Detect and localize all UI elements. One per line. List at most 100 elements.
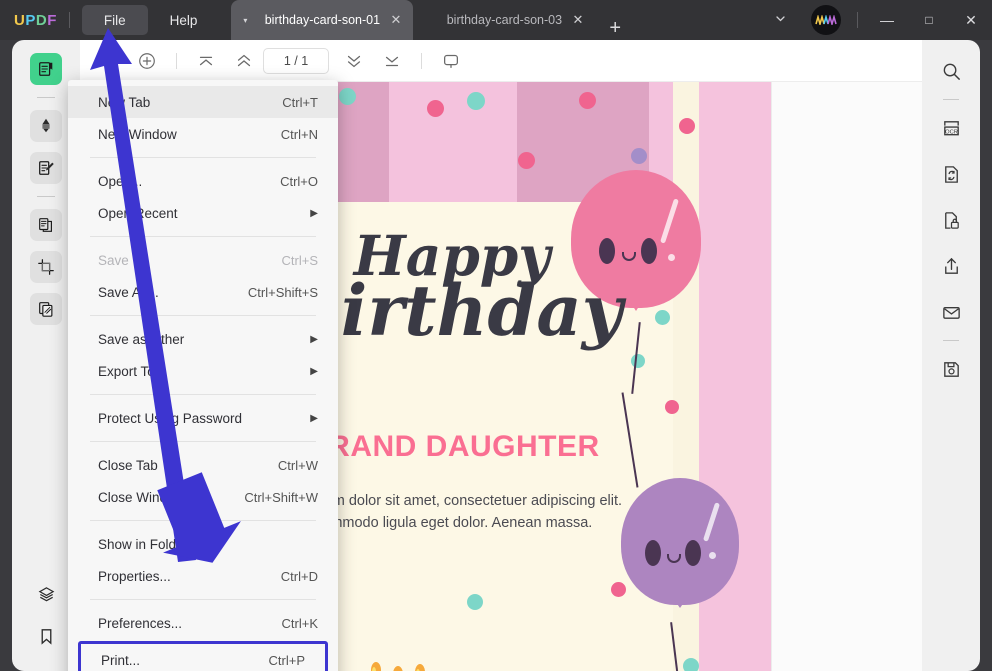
menu-item-shortcut: Ctrl+W	[278, 458, 318, 473]
menu-item-shortcut: Ctrl+P	[269, 653, 305, 668]
ocr-icon[interactable]: OCR	[936, 113, 966, 143]
menu-item-preferences[interactable]: Preferences...Ctrl+K	[68, 607, 338, 639]
toolbar-separator	[421, 53, 422, 69]
sidebar-item-batch[interactable]	[30, 293, 62, 325]
logo-divider	[69, 12, 70, 28]
email-icon[interactable]	[936, 297, 966, 327]
menu-item-shortcut: Ctrl+Shift+S	[248, 285, 318, 300]
tab-close-icon[interactable]: ✕	[573, 12, 584, 28]
minimize-button[interactable]: —	[866, 0, 908, 40]
menu-item-label: Save	[98, 253, 129, 268]
last-page-button[interactable]	[373, 51, 411, 71]
document-toolbar: 1 / 1	[80, 40, 922, 82]
menu-item-export-to[interactable]: Export To▶	[68, 355, 338, 387]
presentation-mode-button[interactable]	[432, 51, 470, 71]
menu-item-close-tab[interactable]: Close TabCtrl+W	[68, 449, 338, 481]
sidebar-item-crop[interactable]	[30, 251, 62, 283]
menu-separator	[90, 236, 316, 237]
rail-separator	[37, 196, 55, 197]
menu-separator	[90, 157, 316, 158]
menu-item-label: Properties...	[98, 569, 171, 584]
menu-item-show-in-folder[interactable]: Show in Folder	[68, 528, 338, 560]
menu-item-label: Close Window	[98, 490, 184, 505]
menu-item-label: New Tab	[98, 95, 150, 110]
menu-item-label: Preferences...	[98, 616, 182, 631]
bookmark-icon[interactable]	[30, 620, 62, 652]
confetti-dot	[679, 118, 695, 134]
window-divider	[857, 12, 858, 28]
sidebar-item-organize-pages[interactable]	[30, 209, 62, 241]
menu-item-new-tab[interactable]: New Tab Ctrl+T	[68, 86, 338, 118]
tab-birthday-card-son-01[interactable]: ▾ birthday-card-son-01 ✕	[231, 0, 413, 40]
tab-strip: ▾ birthday-card-son-01 ✕ birthday-card-s…	[231, 0, 621, 40]
first-page-button[interactable]	[187, 51, 225, 71]
share-icon[interactable]	[936, 251, 966, 281]
avatar[interactable]	[811, 5, 841, 35]
logo-letter-f: F	[47, 12, 57, 29]
next-page-button[interactable]	[335, 51, 373, 71]
menu-item-label: Open Recent	[98, 206, 178, 221]
chevron-right-icon: ▶	[310, 334, 318, 345]
chevron-right-icon: ▶	[310, 208, 318, 219]
convert-icon[interactable]	[936, 159, 966, 189]
birthday-candle	[413, 662, 427, 671]
protect-icon[interactable]	[936, 205, 966, 235]
menu-item-save-as[interactable]: Save As... Ctrl+Shift+S	[68, 276, 338, 308]
tab-title: birthday-card-son-03	[413, 13, 595, 27]
sidebar-item-reader[interactable]	[30, 53, 62, 85]
sidebar-item-edit-pdf[interactable]	[30, 152, 62, 184]
svg-text:OCR: OCR	[945, 129, 958, 135]
confetti-dot	[518, 152, 535, 169]
tab-close-icon[interactable]: ✕	[391, 12, 402, 28]
menu-item-shortcut: Ctrl+O	[280, 174, 318, 189]
chevron-right-icon: ▶	[310, 413, 318, 424]
toolbar-separator	[176, 53, 177, 69]
rail-separator	[943, 340, 959, 341]
menu-item-label: Export To	[98, 364, 155, 379]
menu-separator	[90, 394, 316, 395]
maximize-button[interactable]: □	[908, 0, 950, 40]
menu-item-open[interactable]: Open...Ctrl+O	[68, 165, 338, 197]
search-icon[interactable]	[936, 56, 966, 86]
confetti-dot	[683, 658, 699, 671]
menu-item-properties[interactable]: Properties...Ctrl+D	[68, 560, 338, 592]
updf-window: U P D F File Help ▾ birthday-card-son-01…	[0, 0, 992, 671]
menu-item-open-recent[interactable]: Open Recent ▶	[68, 197, 338, 229]
menu-item-shortcut: Ctrl+Shift+W	[244, 490, 318, 505]
confetti-dot	[611, 582, 626, 597]
menu-item-save-as-other[interactable]: Save as Other▶	[68, 323, 338, 355]
menu-item-label: Save As...	[98, 285, 159, 300]
close-button[interactable]: ✕	[950, 0, 992, 40]
zoom-in-button[interactable]	[128, 51, 166, 71]
zoom-dropdown-caret[interactable]	[80, 56, 128, 66]
menu-help[interactable]: Help	[148, 5, 220, 35]
rail-separator	[37, 97, 55, 98]
save-icon[interactable]	[936, 354, 966, 384]
file-menu-dropdown[interactable]: New Tab Ctrl+T New Window Ctrl+N Open...Ctrl…	[68, 80, 338, 671]
confetti-dot	[427, 100, 444, 117]
layers-icon[interactable]	[30, 578, 62, 610]
menu-item-shortcut: Ctrl+S	[282, 253, 318, 268]
confetti-dot	[339, 88, 356, 105]
menu-item-print[interactable]: Print...Ctrl+P	[78, 641, 328, 671]
page-indicator[interactable]: 1 / 1	[263, 48, 329, 74]
menu-item-label: Show in Folder	[98, 537, 188, 552]
menu-item-protect-using-password[interactable]: Protect Using Password▶	[68, 402, 338, 434]
menu-item-close-window[interactable]: Close Window Ctrl+Shift+W	[68, 481, 338, 513]
chevron-down-icon[interactable]	[758, 12, 803, 28]
tab-caret-icon[interactable]: ▾	[243, 16, 247, 25]
menu-item-shortcut: Ctrl+N	[281, 127, 318, 142]
menu-file[interactable]: File	[82, 5, 148, 35]
new-tab-button[interactable]: +	[609, 17, 621, 40]
menu-item-label: New Window	[98, 127, 177, 142]
menu-item-new-window[interactable]: New Window Ctrl+N	[68, 118, 338, 150]
menu-separator	[90, 441, 316, 442]
logo-letter-p: P	[25, 12, 36, 29]
updf-logo: U P D F	[14, 12, 57, 29]
prev-page-button[interactable]	[225, 51, 263, 71]
menu-item-shortcut: Ctrl+T	[282, 95, 318, 110]
sidebar-item-comment[interactable]	[30, 110, 62, 142]
tab-birthday-card-son-03[interactable]: birthday-card-son-03 ✕	[413, 0, 595, 40]
birthday-candle	[391, 664, 405, 671]
confetti-dot	[467, 92, 485, 110]
